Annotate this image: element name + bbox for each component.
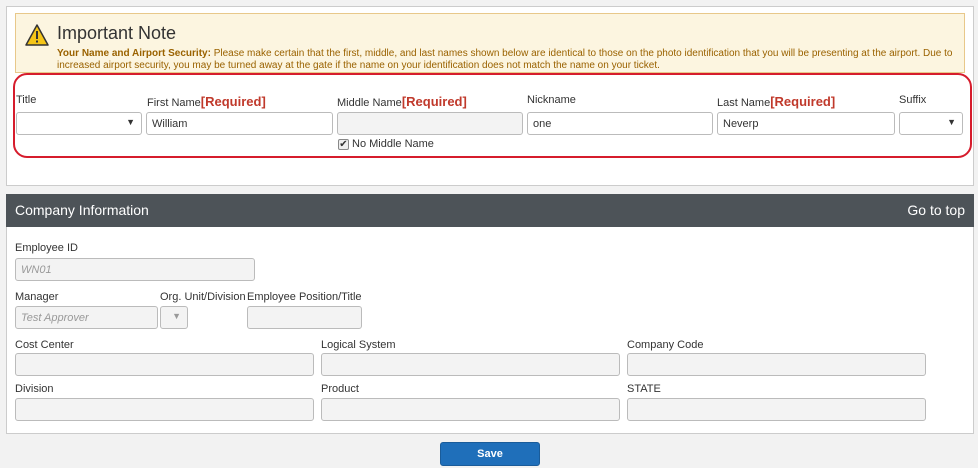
- employee-id-input[interactable]: WN01: [15, 258, 255, 281]
- last-name-label: Last Name[Required]: [717, 94, 835, 109]
- product-label: Product: [321, 383, 359, 395]
- no-middle-name-label: No Middle Name: [352, 138, 434, 150]
- employee-id-label: Employee ID: [15, 242, 78, 254]
- warning-icon: [25, 24, 49, 46]
- cost-center-label: Cost Center: [15, 339, 74, 351]
- org-unit-select[interactable]: ▼: [160, 306, 188, 329]
- note-lead: Your Name and Airport Security:: [57, 48, 211, 59]
- chevron-down-icon: ▼: [126, 117, 135, 127]
- first-name-label: First Name[Required]: [147, 94, 266, 109]
- middle-name-required: [Required]: [401, 94, 467, 109]
- org-unit-label: Org. Unit/Division: [160, 291, 246, 303]
- go-to-top-link[interactable]: Go to top: [907, 202, 965, 218]
- manager-input[interactable]: Test Approver: [15, 306, 158, 329]
- first-name-required: [Required]: [200, 94, 266, 109]
- chevron-down-icon: ▼: [947, 117, 956, 127]
- company-title: Company Information: [15, 202, 149, 218]
- division-label: Division: [15, 383, 54, 395]
- middle-name-input[interactable]: [337, 112, 523, 135]
- state-input[interactable]: [627, 398, 926, 421]
- company-code-input[interactable]: [627, 353, 926, 376]
- division-input[interactable]: [15, 398, 314, 421]
- cost-center-input[interactable]: [15, 353, 314, 376]
- first-name-input[interactable]: William: [146, 112, 333, 135]
- suffix-label: Suffix: [899, 94, 927, 106]
- suffix-select[interactable]: ▼: [899, 112, 963, 135]
- last-name-input[interactable]: Neverp: [717, 112, 895, 135]
- position-input[interactable]: [247, 306, 362, 329]
- last-name-required: [Required]: [770, 94, 836, 109]
- save-button[interactable]: Save: [440, 442, 540, 466]
- company-header: Company Information Go to top: [6, 194, 974, 227]
- title-label: Title: [16, 94, 37, 106]
- important-note-box: Important Note Your Name and Airport Sec…: [15, 13, 965, 73]
- chevron-down-icon: ▼: [172, 311, 181, 321]
- product-input[interactable]: [321, 398, 620, 421]
- logical-system-input[interactable]: [321, 353, 620, 376]
- last-name-label-text: Last Name: [717, 97, 771, 109]
- middle-name-label: Middle Name[Required]: [337, 94, 467, 109]
- state-label: STATE: [627, 383, 661, 395]
- title-select[interactable]: ▼: [16, 112, 142, 135]
- position-label: Employee Position/Title: [247, 291, 362, 303]
- nickname-label: Nickname: [527, 94, 576, 106]
- note-text: Your Name and Airport Security: Please m…: [57, 48, 957, 72]
- nickname-input[interactable]: one: [527, 112, 713, 135]
- company-code-label: Company Code: [627, 339, 704, 351]
- first-name-label-text: First Name: [147, 97, 201, 109]
- no-middle-name-checkbox[interactable]: ✔: [338, 139, 349, 150]
- manager-label: Manager: [15, 291, 59, 303]
- note-title: Important Note: [57, 23, 177, 43]
- logical-system-label: Logical System: [321, 339, 396, 351]
- middle-name-label-text: Middle Name: [337, 97, 402, 109]
